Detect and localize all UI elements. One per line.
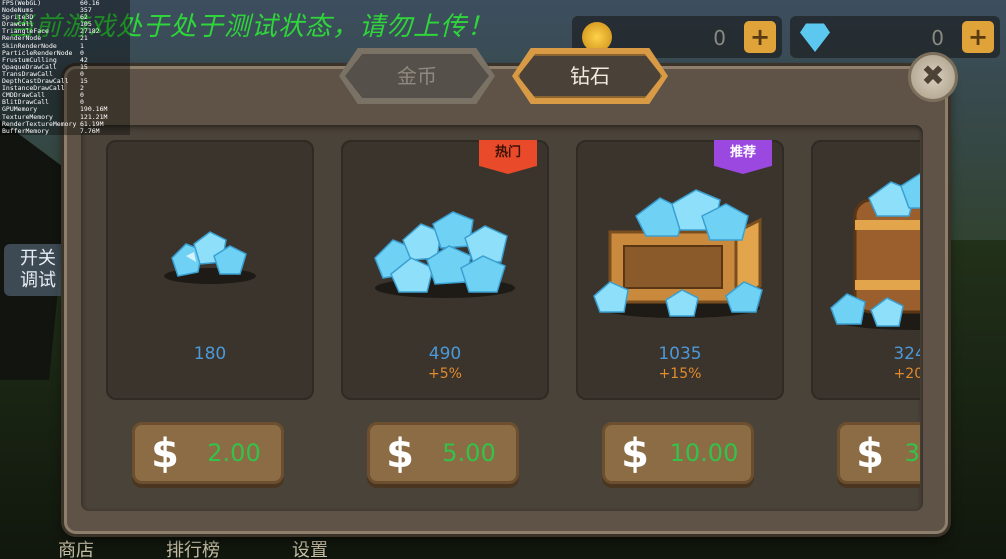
product-card-3240[interactable]: 3240 +20%	[811, 140, 920, 400]
close-button[interactable]: ✖	[908, 52, 958, 102]
debug-stat-label: BufferMemory	[2, 126, 49, 135]
debug-toggle-line2: 调试	[20, 270, 56, 291]
product-bonus: +20%	[893, 366, 920, 382]
dollar-icon: $	[151, 431, 179, 477]
product-amount: 1035	[658, 344, 702, 364]
debug-stats-panel: FPS(WebGL) 60.16 NodeNums 357 Sprite3D 62 Draw…	[0, 0, 130, 135]
buy-button-10[interactable]: $ 10.00	[602, 422, 754, 484]
debug-stat-value: 7.76M	[80, 126, 100, 135]
add-gold-button[interactable]: +	[744, 21, 776, 53]
diamond-pile-medium-icon	[374, 211, 515, 298]
tab-diamond[interactable]: 钻石	[512, 48, 668, 104]
gold-balance-value: 0	[713, 26, 726, 50]
nav-shop[interactable]: 商店	[58, 536, 94, 559]
buy-button-5[interactable]: $ 5.00	[367, 422, 519, 484]
product-bonus: +5%	[428, 366, 462, 382]
product-amount: 180	[193, 344, 227, 364]
diamond-icon	[800, 23, 830, 52]
close-icon: ✖	[921, 59, 945, 92]
add-diamond-button[interactable]: +	[962, 21, 994, 53]
product-amount: 490	[428, 344, 462, 364]
debug-stat-value: 21	[80, 34, 88, 43]
debug-stat-value: 2	[80, 84, 84, 93]
product-card-180[interactable]: 180	[106, 140, 314, 400]
diamond-chest-icon	[593, 189, 763, 318]
debug-stat-value: 15	[80, 62, 88, 71]
product-card-490[interactable]: 热门 490 +5%	[341, 140, 549, 400]
product-amount: 3240	[893, 344, 920, 364]
debug-stat-value: 1	[80, 41, 84, 50]
nav-settings[interactable]: 设置	[292, 536, 328, 559]
buy-button-2[interactable]: $ 2.00	[132, 422, 284, 484]
nav-leaderboard[interactable]: 排行榜	[166, 536, 220, 559]
price-value: 2.00	[207, 439, 261, 467]
product-card-1035[interactable]: 推荐 1035 +15%	[576, 140, 784, 400]
price-value: 5.00	[442, 439, 496, 467]
debug-toggle-line1: 开关	[20, 248, 56, 269]
debug-stat-value: 15	[80, 77, 88, 86]
dollar-icon: $	[386, 431, 414, 477]
product-list: 180 热门 490 +5% 推荐 1035 +15% 32 +20 $ 2.0…	[100, 140, 920, 500]
diamond-balance-bar: 0 +	[790, 16, 1000, 58]
price-value: 10.00	[669, 439, 739, 467]
tab-diamond-label: 钻石	[570, 64, 610, 88]
tab-coin-label: 金币	[397, 64, 437, 88]
diamond-pile-small-icon	[164, 231, 256, 284]
debug-stat-value: 0	[80, 91, 84, 100]
product-bonus: +15%	[658, 366, 702, 382]
diamond-balance-value: 0	[931, 26, 944, 50]
price-value: 30.00	[904, 439, 920, 467]
tab-coin[interactable]: 金币	[339, 48, 495, 104]
dollar-icon: $	[621, 431, 649, 477]
debug-toggle-button[interactable]: 开关 调试	[4, 244, 72, 296]
dollar-icon: $	[856, 431, 884, 477]
debug-stat-row: BufferMemory 7.76M	[2, 126, 128, 135]
diamond-barrel-icon	[830, 173, 920, 330]
buy-button-30[interactable]: $ 30.00	[837, 422, 920, 484]
